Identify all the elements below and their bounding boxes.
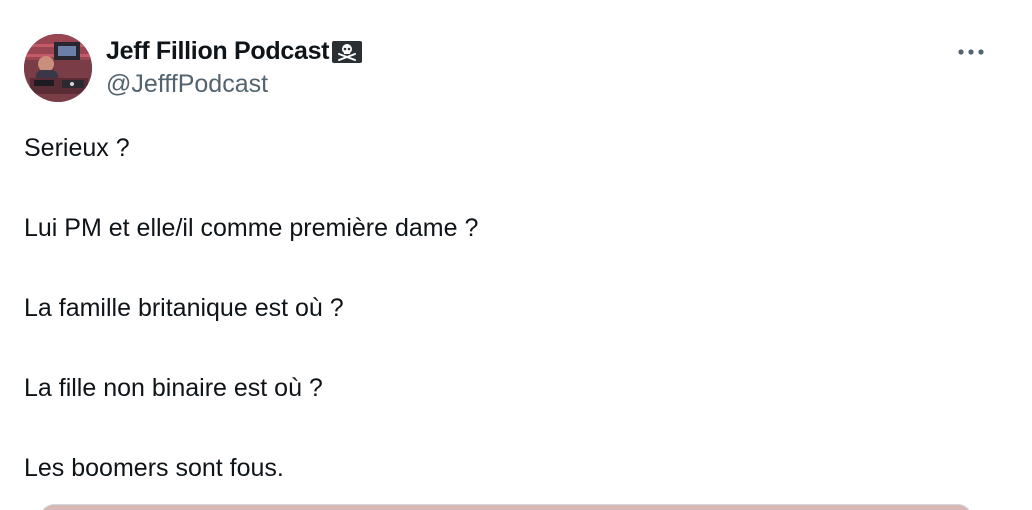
tweet-line: La fille non binaire est où ? bbox=[24, 374, 323, 402]
line-break bbox=[24, 328, 984, 368]
tweet-media-preview[interactable] bbox=[40, 504, 972, 510]
author-handle[interactable]: @JefffPodcast bbox=[106, 70, 268, 99]
more-options-button[interactable] bbox=[951, 36, 991, 68]
tweet-line: Serieux ? bbox=[24, 134, 130, 162]
avatar-image bbox=[24, 34, 92, 102]
line-break bbox=[24, 168, 984, 208]
more-dots-icon bbox=[958, 49, 984, 55]
tweet-line: La famille britanique est où ? bbox=[24, 294, 344, 322]
tweet-text: Serieux ? Lui PM et elle/il comme premiè… bbox=[24, 128, 984, 488]
line-break bbox=[24, 248, 984, 288]
avatar[interactable] bbox=[24, 34, 92, 102]
pirate-flag-icon bbox=[332, 40, 363, 64]
tweet-line: Les boomers sont fous. bbox=[24, 454, 284, 482]
tweet-line: Lui PM et elle/il comme première dame ? bbox=[24, 214, 479, 242]
tweet-card: Jeff Fillion Podcast @JefffPodcast Serie… bbox=[0, 0, 1032, 510]
line-break bbox=[24, 408, 984, 448]
author-display-name[interactable]: Jeff Fillion Podcast bbox=[106, 37, 330, 66]
author-name-row[interactable]: Jeff Fillion Podcast bbox=[106, 34, 363, 68]
